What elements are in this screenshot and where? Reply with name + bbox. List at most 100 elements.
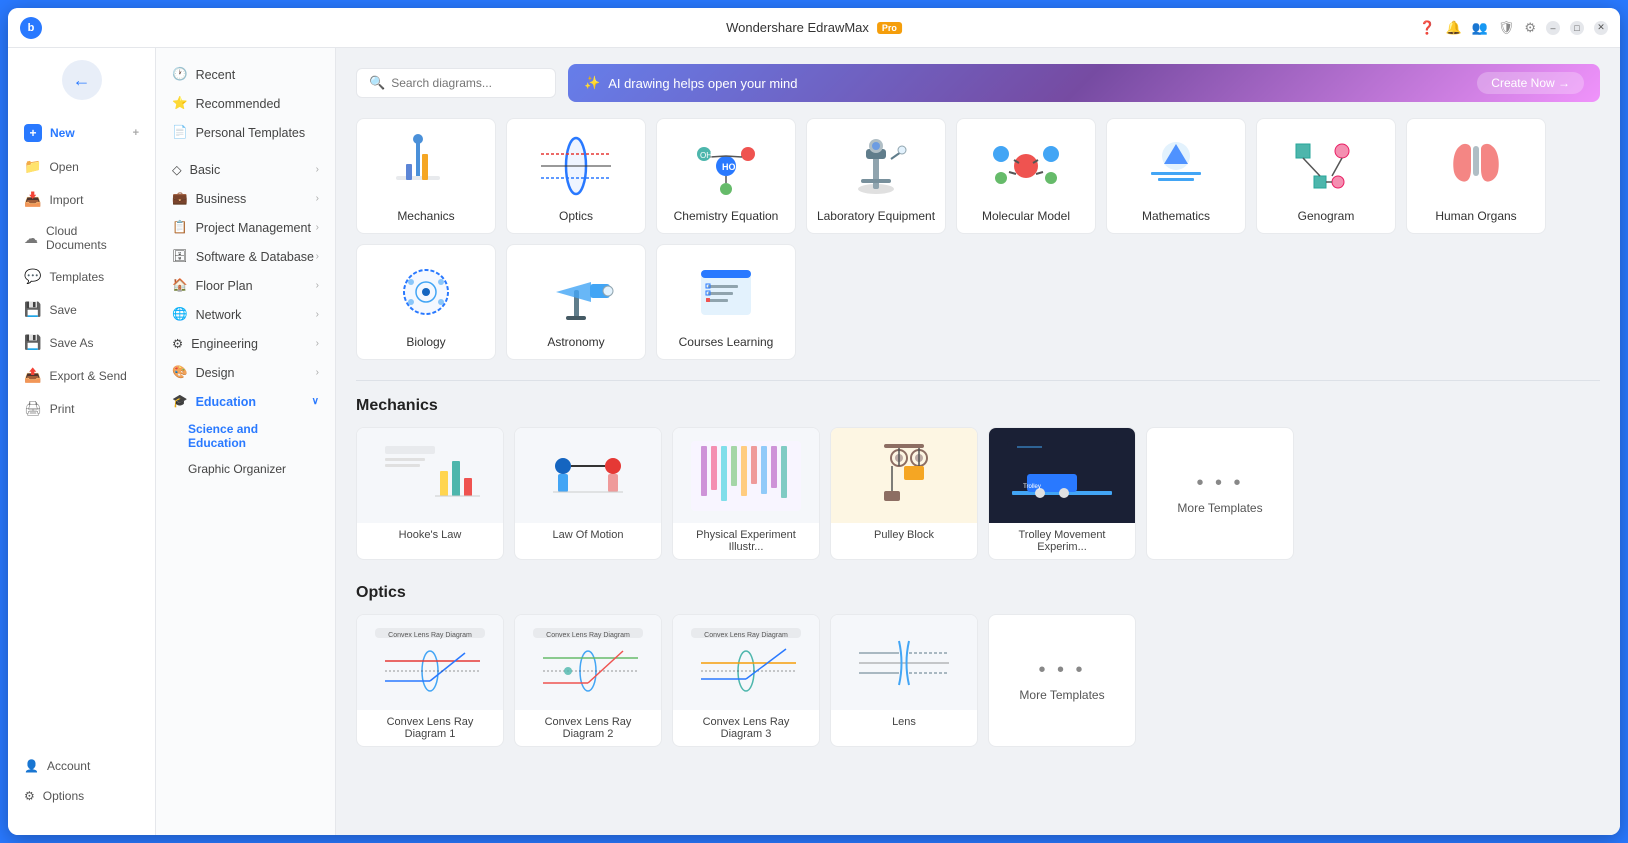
molecular-icon-area xyxy=(981,131,1071,201)
sidebar-item-project[interactable]: 📋Project Management › xyxy=(156,213,335,242)
new-button[interactable]: + New + xyxy=(8,116,155,150)
save-button[interactable]: 💾 Save xyxy=(8,293,155,326)
sidebar-sub-science[interactable]: Science and Education xyxy=(156,416,335,456)
export-button[interactable]: 📤 Export & Send xyxy=(8,359,155,392)
project-icon: 📋 xyxy=(172,220,188,235)
category-biology[interactable]: Biology xyxy=(356,244,496,360)
category-astronomy[interactable]: Astronomy xyxy=(506,244,646,360)
print-button[interactable]: 🖨 Print xyxy=(8,392,155,425)
close-button[interactable]: ✕ xyxy=(1594,21,1608,35)
template-convex3[interactable]: Convex Lens Ray Diagram Convex Lens Ray … xyxy=(672,614,820,747)
education-icon: 🎓 xyxy=(172,394,188,409)
help-icon[interactable]: ❓ xyxy=(1419,20,1435,36)
settings-icon[interactable]: ⚙ xyxy=(1524,20,1536,36)
bell-icon[interactable]: 🔔 xyxy=(1445,20,1461,36)
category-molecular[interactable]: Molecular Model xyxy=(956,118,1096,234)
lens-name: Lens xyxy=(831,710,977,734)
category-mechanics[interactable]: Mechanics xyxy=(356,118,496,234)
category-mathematics[interactable]: Mathematics xyxy=(1106,118,1246,234)
design-icon: 🎨 xyxy=(172,365,188,380)
sidebar-item-basic[interactable]: ◇Basic › xyxy=(156,155,335,184)
search-input[interactable] xyxy=(391,76,543,90)
template-physical[interactable]: Physical Experiment Illustr... xyxy=(672,427,820,560)
sidebar-item-design[interactable]: 🎨Design › xyxy=(156,358,335,387)
category-optics[interactable]: Optics xyxy=(506,118,646,234)
import-button[interactable]: 📥 Import xyxy=(8,183,155,216)
svg-text:Convex Lens Ray Diagram: Convex Lens Ray Diagram xyxy=(388,632,472,639)
ai-create-button[interactable]: Create Now → xyxy=(1477,72,1584,94)
template-law-motion[interactable]: Law Of Motion xyxy=(514,427,662,560)
templates-button[interactable]: 💬 Templates xyxy=(8,260,155,293)
avatar: b xyxy=(20,17,42,39)
genogram-label: Genogram xyxy=(1298,209,1355,223)
sidebar-item-network[interactable]: 🌐Network › xyxy=(156,300,335,329)
cloud-button[interactable]: ☁ Cloud Documents xyxy=(8,216,155,260)
open-label: Open xyxy=(49,160,78,174)
sidebar-item-engineering[interactable]: ⚙Engineering › xyxy=(156,329,335,358)
options-button[interactable]: ⚙ Options xyxy=(8,781,155,811)
network-icon: 🌐 xyxy=(172,307,188,322)
mathematics-label: Mathematics xyxy=(1142,209,1210,223)
mechanics-label: Mechanics xyxy=(397,209,454,223)
network-label: Network xyxy=(196,308,242,322)
open-button[interactable]: 📁 Open xyxy=(8,150,155,183)
sidebar-item-business[interactable]: 💼Business › xyxy=(156,184,335,213)
sidebar-item-software[interactable]: 🗄Software & Database › xyxy=(156,242,335,271)
physical-name: Physical Experiment Illustr... xyxy=(673,523,819,559)
cloud-icon: ☁ xyxy=(24,230,38,247)
floor-chevron: › xyxy=(316,280,319,291)
template-lens[interactable]: Lens xyxy=(830,614,978,747)
template-trolley[interactable]: Trolley Trolley Movement Experim... xyxy=(988,427,1136,560)
svg-text:Convex Lens Ray Diagram: Convex Lens Ray Diagram xyxy=(704,632,788,639)
convex2-name: Convex Lens Ray Diagram 2 xyxy=(515,710,661,746)
category-lab[interactable]: Laboratory Equipment xyxy=(806,118,946,234)
category-human[interactable]: Human Organs xyxy=(1406,118,1546,234)
category-genogram[interactable]: Genogram xyxy=(1256,118,1396,234)
sidebar-item-education[interactable]: 🎓Education ∨ xyxy=(156,387,335,416)
people-icon[interactable]: 👥 xyxy=(1472,20,1488,36)
account-button[interactable]: 👤 Account xyxy=(8,751,155,781)
sidebar-item-personal[interactable]: 📄Personal Templates xyxy=(156,118,335,147)
top-bar: 🔍 ✨ AI drawing helps open your mind Crea… xyxy=(356,64,1600,102)
main-content: 🔍 ✨ AI drawing helps open your mind Crea… xyxy=(336,48,1620,835)
sidebar-item-floor[interactable]: 🏠Floor Plan › xyxy=(156,271,335,300)
main-sidebar: 🕐Recent ⭐Recommended 📄Personal Templates… xyxy=(156,48,336,835)
education-label: Education xyxy=(196,395,256,409)
more-dots-optics: • • • xyxy=(1038,659,1085,682)
back-button[interactable]: ← xyxy=(62,60,102,100)
template-pulley[interactable]: Pulley Block xyxy=(830,427,978,560)
shield-icon[interactable]: 🛡 xyxy=(1498,20,1515,36)
floor-icon: 🏠 xyxy=(172,278,188,293)
import-label: Import xyxy=(49,193,83,207)
more-optics-templates[interactable]: • • • More Templates xyxy=(988,614,1136,747)
optics-section-title: Optics xyxy=(356,584,1600,602)
software-icon: 🗄 xyxy=(172,249,188,264)
save-icon: 💾 xyxy=(24,301,41,318)
design-label: Design xyxy=(196,366,235,380)
options-label: Options xyxy=(43,789,84,803)
category-courses[interactable]: Courses Learning xyxy=(656,244,796,360)
maximize-button[interactable]: □ xyxy=(1570,21,1584,35)
sidebar-sub-graphic[interactable]: Graphic Organizer xyxy=(156,456,335,482)
template-hookes[interactable]: Hooke's Law xyxy=(356,427,504,560)
more-mechanics-templates[interactable]: • • • More Templates xyxy=(1146,427,1294,560)
mathematics-icon-area xyxy=(1131,131,1221,201)
sidebar-item-recommended[interactable]: ⭐Recommended xyxy=(156,89,335,118)
template-convex2[interactable]: Convex Lens Ray Diagram Convex Lens Ray … xyxy=(514,614,662,747)
print-label: Print xyxy=(50,402,75,416)
optics-section: Optics Convex Lens Ray Diagram xyxy=(356,584,1600,747)
minimize-button[interactable]: – xyxy=(1546,21,1560,35)
category-chemistry[interactable]: HO OH Chemistry Equation xyxy=(656,118,796,234)
chemistry-icon-area: HO OH xyxy=(681,131,771,201)
pro-badge: Pro xyxy=(877,22,902,34)
recommended-label: Recommended xyxy=(196,97,281,111)
trolley-thumb: Trolley xyxy=(989,428,1135,523)
recent-label: Recent xyxy=(196,68,236,82)
template-convex1[interactable]: Convex Lens Ray Diagram Convex Lens Ray … xyxy=(356,614,504,747)
save-as-button[interactable]: 💾 Save As xyxy=(8,326,155,359)
open-icon: 📁 xyxy=(24,158,41,175)
sidebar-item-recent[interactable]: 🕐Recent xyxy=(156,60,335,89)
hookes-thumb xyxy=(357,428,503,523)
search-box[interactable]: 🔍 xyxy=(356,68,556,98)
biology-label: Biology xyxy=(406,335,445,349)
